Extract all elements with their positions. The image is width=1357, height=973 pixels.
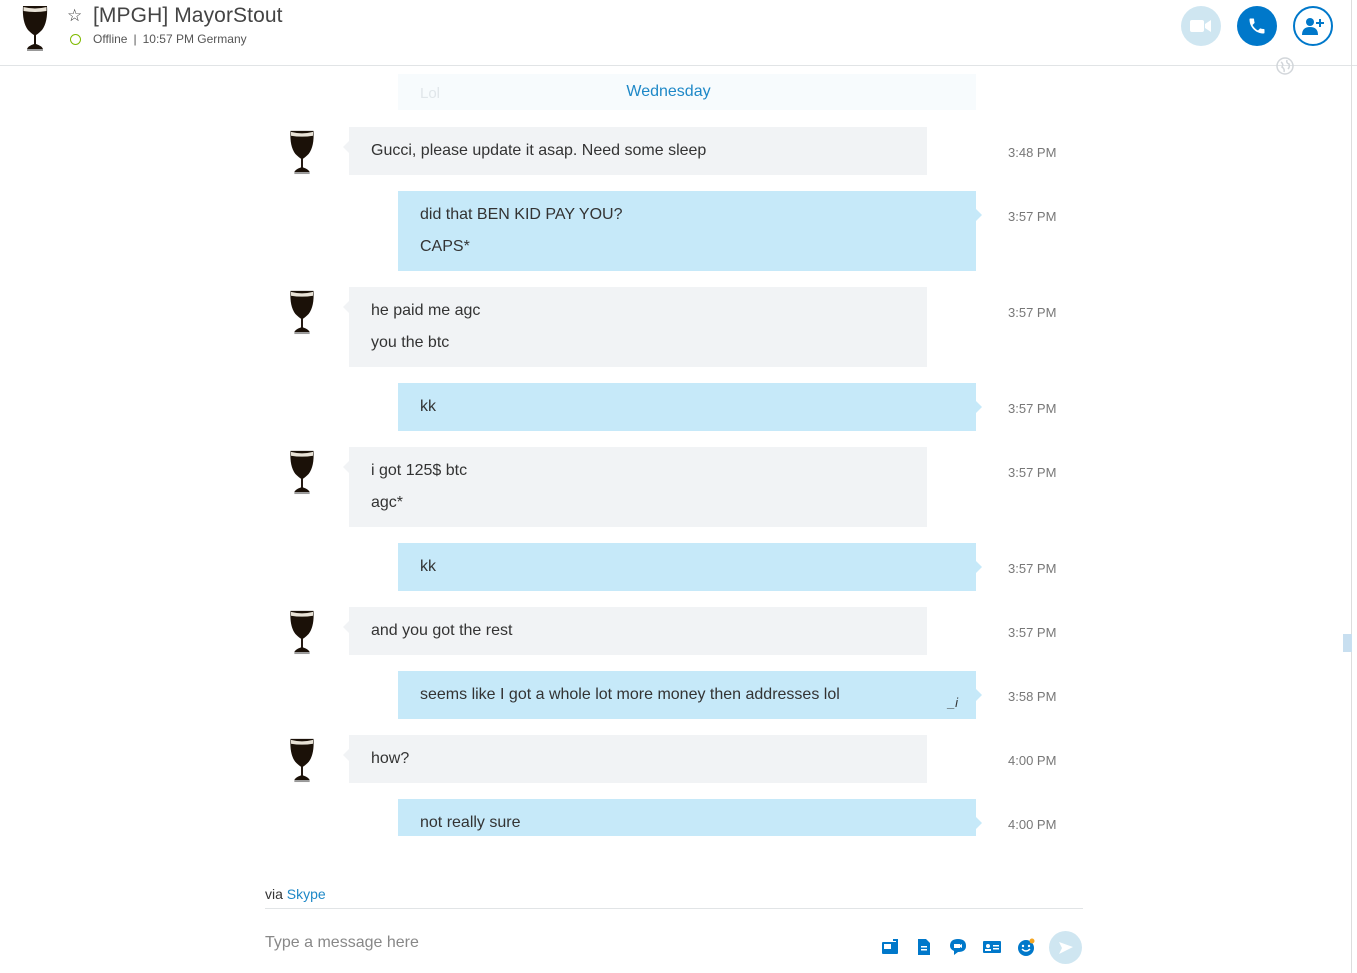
send-arrow-icon <box>1058 941 1073 954</box>
contact-name: [MPGH] MayorStout <box>93 4 283 27</box>
send-button[interactable] <box>1049 931 1082 964</box>
audio-call-button[interactable] <box>1237 6 1277 46</box>
message-text: i got 125$ btc <box>371 462 468 479</box>
video-call-button[interactable] <box>1181 6 1221 46</box>
scrollbar-track[interactable] <box>1351 0 1357 973</box>
video-camera-icon <box>1190 20 1211 32</box>
message-text: did that BEN KID PAY YOU? <box>420 206 623 223</box>
message-text: kk <box>420 398 436 415</box>
message-timestamp: 3:48 PM <box>1008 145 1057 160</box>
via-prefix: via <box>265 886 283 902</box>
sender-avatar[interactable] <box>287 737 317 783</box>
message-text: he paid me agc <box>371 302 481 319</box>
contact-avatar[interactable] <box>20 4 50 52</box>
incoming-message[interactable]: and you got the rest <box>343 607 927 655</box>
emoticon-icon[interactable] <box>1017 938 1035 956</box>
message-timestamp: 3:57 PM <box>1008 625 1057 640</box>
message-timestamp: 3:57 PM <box>1008 465 1057 480</box>
message-text: CAPS* <box>420 238 470 255</box>
message-text: kk <box>420 558 436 575</box>
message-timestamp: 4:00 PM <box>1008 817 1057 832</box>
incoming-message[interactable]: Gucci, please update it asap. Need some … <box>343 127 927 175</box>
incoming-message[interactable]: he paid me agc you the btc <box>343 287 927 367</box>
message-text: agc* <box>371 494 404 511</box>
send-media-icon[interactable] <box>881 938 899 956</box>
video-message-icon[interactable] <box>949 938 967 956</box>
message-timestamp: 3:57 PM <box>1008 561 1057 576</box>
message-timestamp: 4:00 PM <box>1008 753 1057 768</box>
add-participant-button[interactable] <box>1293 6 1333 46</box>
scrollbar-thumb[interactable] <box>1343 634 1352 652</box>
composer-divider <box>265 908 1083 909</box>
local-time: 10:57 PM Germany <box>142 32 247 46</box>
sender-avatar[interactable] <box>287 449 317 495</box>
phone-icon <box>1249 18 1265 34</box>
message-text: not really sure <box>420 814 521 831</box>
message-text: Gucci, please update it asap. Need some … <box>371 142 707 159</box>
message-text: you the btc <box>371 334 450 351</box>
message-text: and you got the rest <box>371 622 513 639</box>
add-person-icon <box>1302 18 1324 35</box>
sender-avatar[interactable] <box>287 289 317 335</box>
presence-status: Offline | 10:57 PM Germany <box>70 32 247 46</box>
outgoing-message[interactable]: seems like I got a whole lot more money … <box>398 671 982 719</box>
status-separator: | <box>133 32 137 46</box>
sender-avatar[interactable] <box>287 609 317 655</box>
message-text: how? <box>371 750 410 767</box>
message-timestamp: 3:58 PM <box>1008 689 1057 704</box>
presence-dot-icon <box>70 33 81 45</box>
message-input[interactable] <box>265 934 825 952</box>
send-contact-icon[interactable] <box>983 938 1001 956</box>
message-timestamp: 3:57 PM <box>1008 305 1057 320</box>
skype-link[interactable]: Skype <box>287 886 326 902</box>
send-file-icon[interactable] <box>915 938 933 956</box>
message-timestamp: 3:57 PM <box>1008 401 1057 416</box>
favorite-star-icon[interactable]: ☆ <box>67 6 82 26</box>
outgoing-message[interactable]: not really sure <box>398 799 982 836</box>
sender-avatar[interactable] <box>287 129 317 175</box>
day-divider: Wednesday <box>626 83 711 100</box>
via-line: via Skype <box>265 886 326 902</box>
edited-pencil-icon: _i <box>947 695 958 710</box>
outgoing-message[interactable]: kk <box>398 543 982 591</box>
message-text: seems like I got a whole lot more money … <box>420 686 840 703</box>
outgoing-message[interactable]: kk <box>398 383 982 431</box>
conversation-header: ☆ [MPGH] MayorStout Offline | 10:57 PM G… <box>0 0 1357 75</box>
message-list[interactable]: Lol Wednesday Gucci, please update it as… <box>0 66 1350 836</box>
incoming-message[interactable]: i got 125$ btc agc* <box>343 447 927 527</box>
message-timestamp: 3:57 PM <box>1008 209 1057 224</box>
incoming-message[interactable]: how? <box>343 735 927 783</box>
status-text: Offline <box>93 32 128 46</box>
outgoing-message[interactable]: did that BEN KID PAY YOU? CAPS* <box>398 191 982 271</box>
